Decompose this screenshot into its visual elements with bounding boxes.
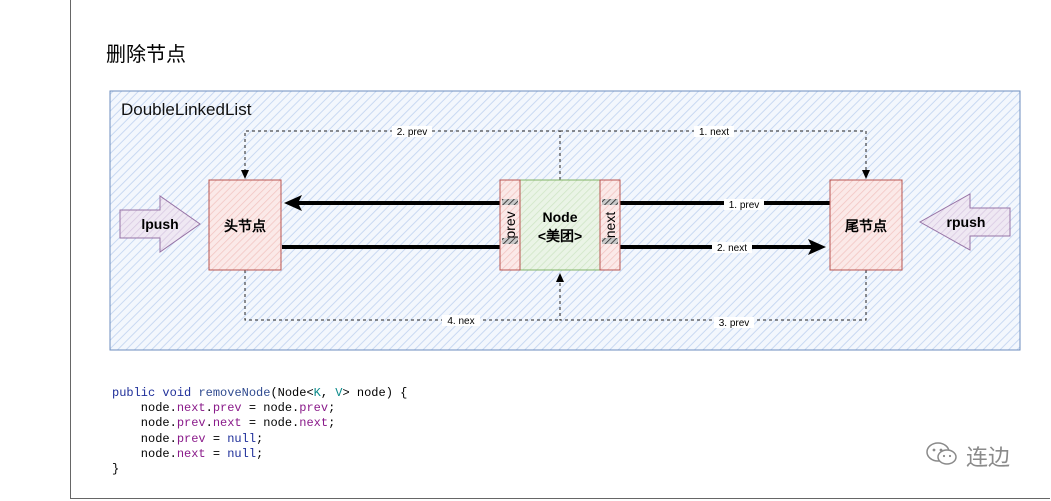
code-block: public void removeNode(Node<K, V> node) … [102,378,432,482]
code-token: prev [176,416,206,431]
code-token: next [176,401,206,416]
code-token: node. [112,431,177,446]
code-line: } [112,462,422,477]
next-field-dark [602,199,618,205]
code-token: = node. [241,401,300,416]
code-token: prev [176,431,206,446]
code-token: next [176,446,206,461]
code-token: K [313,386,321,400]
code-token: } [112,462,120,477]
rpush-label: rpush [947,214,986,230]
code-token: ; [328,401,336,416]
middle-node [518,179,602,271]
code-token: void [162,386,192,400]
code-token: prev [299,401,329,416]
code-token: (Node< [270,386,314,400]
code-line: node.prev.next = node.next; [112,416,422,431]
wechat-icon [926,442,957,465]
code-token: node. [112,446,177,461]
code-token: ; [256,446,264,461]
edge-label-top-left: 2. prev [397,127,428,138]
code-token: ; [256,431,264,446]
edge-label-mid-bottom: 2. next [717,243,747,254]
code-token: ; [328,416,336,431]
code-token: = [205,446,228,461]
code-token: node. [112,416,177,431]
code-token: = node. [241,416,300,431]
head-node-label: 头节点 [224,218,266,234]
code-token: node. [112,401,177,416]
node-title: Node [543,209,578,225]
code-line: node.prev = null; [112,432,422,447]
code-token: . [205,401,213,416]
tail-node-label: 尾节点 [845,218,887,234]
prev-field-dark [502,199,518,205]
code-line: node.next.prev = node.prev; [112,401,422,416]
edge-label-bottom-right: 3. prev [719,318,750,329]
code-token: . [205,416,213,431]
code-line: public void removeNode(Node<K, V> node) … [112,386,422,401]
code-token: next [212,416,242,431]
code-token: = [205,431,228,446]
code-token: null [227,431,257,446]
code-token: > node) { [342,386,408,400]
code-token: next [299,416,329,431]
watermark-text: 连边 [966,446,1011,471]
edge-label-bottom-left: 4. nex [447,316,474,327]
panel-title: DoubleLinkedList [121,100,252,119]
lpush-label: lpush [141,216,178,232]
node-subtitle: <美团> [538,228,582,244]
code-token: null [227,446,257,461]
prev-field-label: prev [502,211,518,238]
edge-label-top-right: 1. next [699,127,729,138]
code-token: , [320,386,336,400]
code-token: removeNode [198,386,271,400]
code-token: public [112,386,156,400]
edge-label-mid-top: 1. prev [729,200,760,211]
next-field-label: next [602,212,618,239]
code-line: node.next = null; [112,447,422,462]
code-token: prev [212,401,242,416]
